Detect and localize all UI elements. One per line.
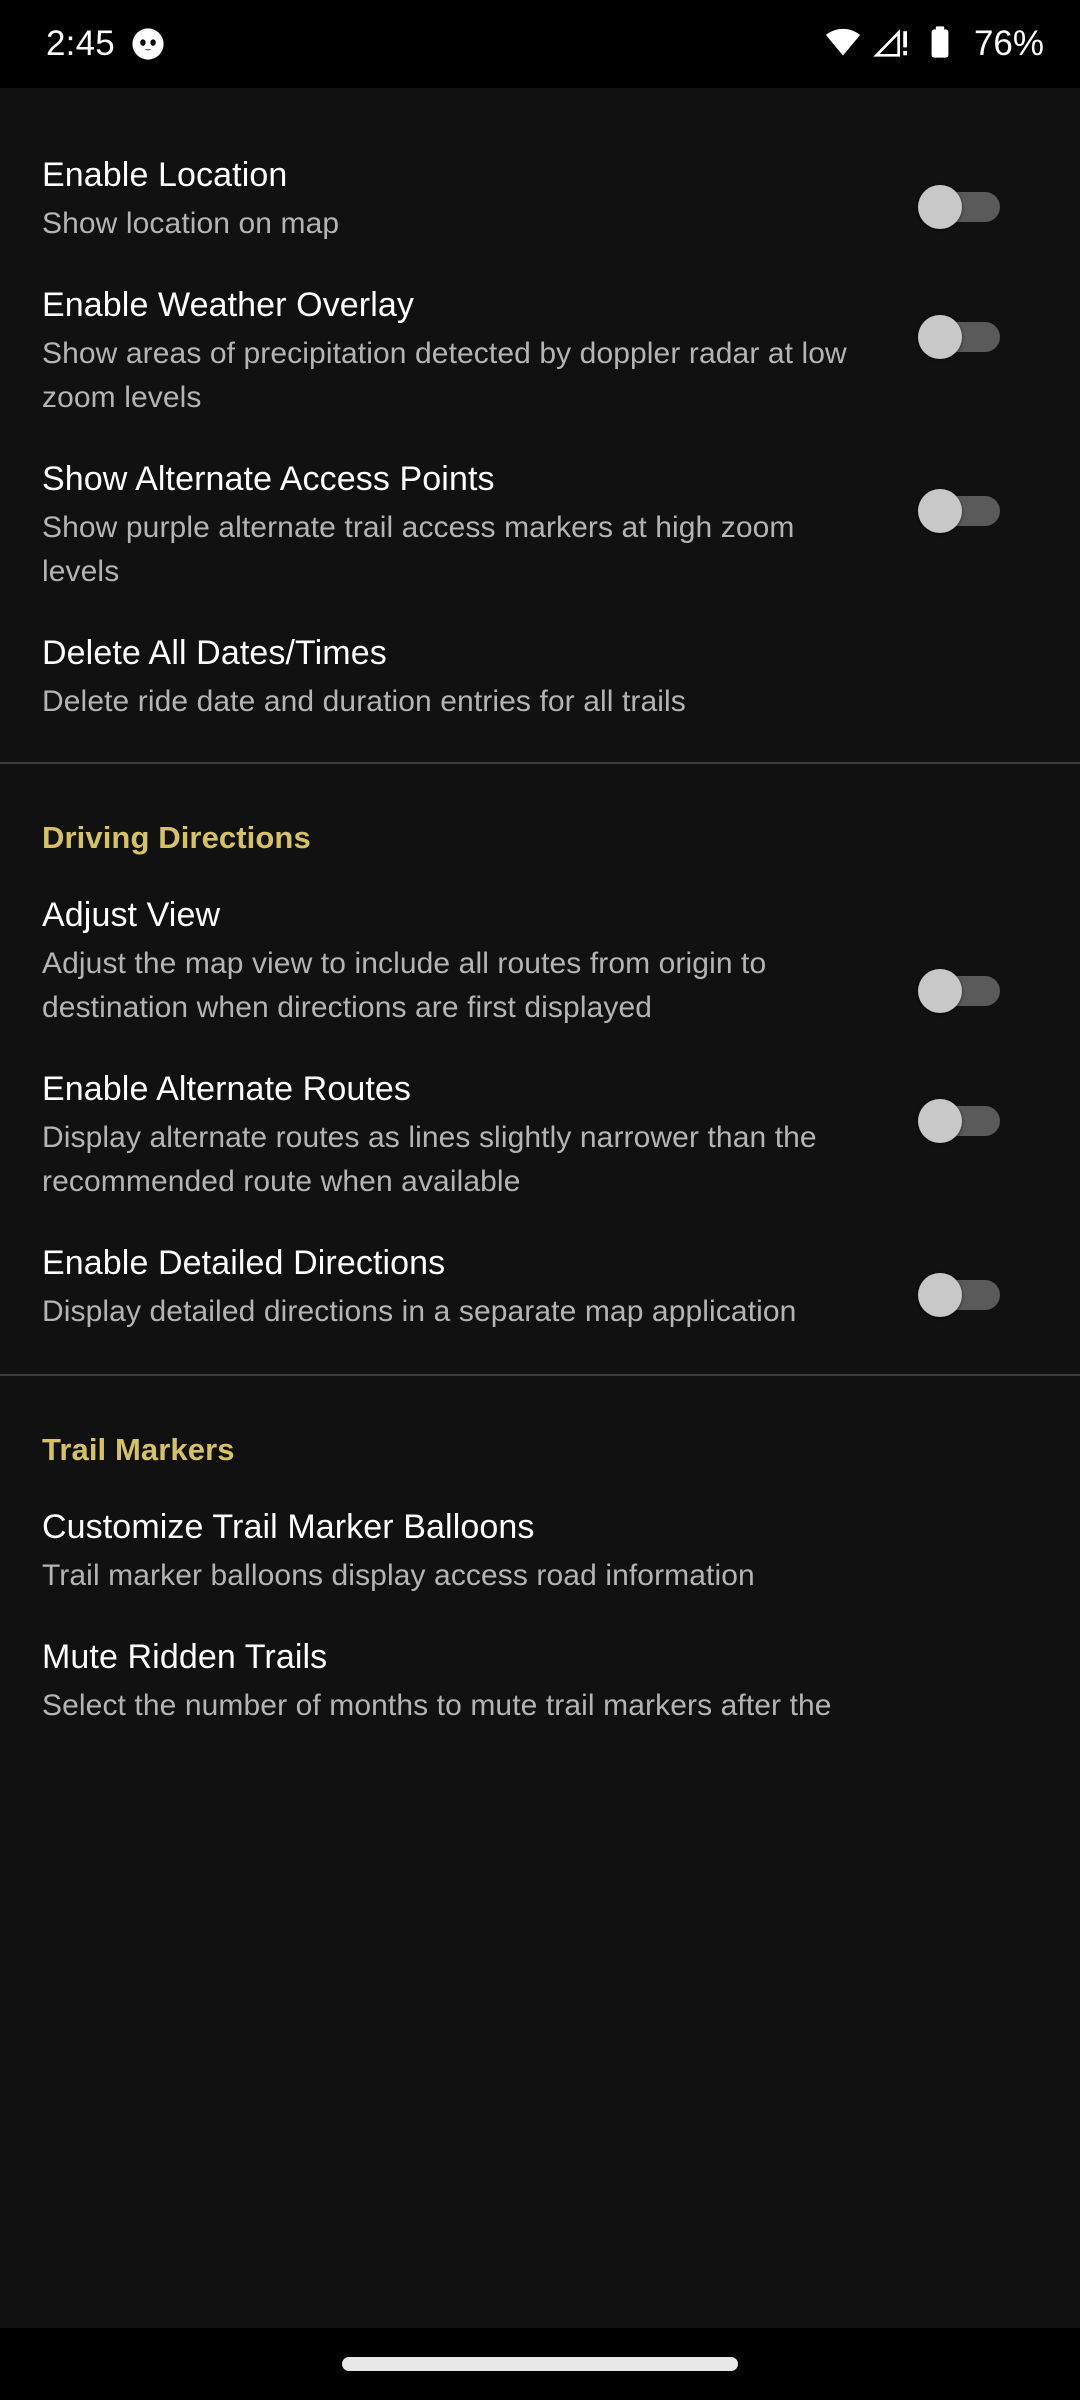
switch-thumb [918,489,962,533]
setting-title: Show Alternate Access Points [42,460,495,498]
toggle-switch-off[interactable] [918,489,1000,533]
setting-summary: Display detailed directions in a separat… [42,1295,797,1328]
setting-summary: Show purple alternate trail access marke… [42,511,795,588]
switch-thumb [918,1273,962,1317]
setting-title: Enable Detailed Directions [42,1244,446,1282]
setting-row-delete-all-dates-times[interactable]: Delete All Dates/Times Delete ride date … [0,594,1080,724]
cat-app-notification-icon [131,27,165,61]
setting-row-enable-alternate-routes[interactable]: Enable Alternate Routes Display alternat… [0,1030,1080,1204]
setting-text-block: Enable Alternate Routes Display alternat… [42,1068,918,1204]
phone-screen: 2:45 76% Enable Location Show location o… [0,0,1080,2400]
settings-section-general: Enable Location Show location on map Ena… [0,116,1080,762]
section-header-trail-markers: Trail Markers [42,1432,235,1467]
setting-text-block: Mute Ridden Trails Select the number of … [42,1636,1038,1728]
setting-summary: Show location on map [42,207,340,240]
setting-switch-enable-location[interactable] [918,154,1038,229]
setting-row-adjust-view[interactable]: Adjust View Adjust the map view to inclu… [0,856,1080,1030]
setting-row-enable-detailed-directions[interactable]: Enable Detailed Directions Display detai… [0,1204,1080,1334]
cellular-signal-warning-icon [873,23,911,66]
setting-text-block: Enable Weather Overlay Show areas of pre… [42,284,918,420]
switch-thumb [918,1099,962,1143]
setting-summary: Show areas of precipitation detected by … [42,337,847,414]
section-bottom-spacer [0,724,1080,762]
setting-switch-enable-weather-overlay[interactable] [918,284,1038,359]
setting-title: Adjust View [42,896,221,934]
setting-summary: Adjust the map view to include all route… [42,947,767,1024]
toggle-switch-off[interactable] [918,185,1000,229]
setting-summary: Display alternate routes as lines slight… [42,1121,817,1198]
status-bar: 2:45 76% [0,0,1080,88]
setting-row-mute-ridden-trails[interactable]: Mute Ridden Trails Select the number of … [0,1598,1080,1728]
battery-icon [922,23,958,66]
status-bar-right: 76% [824,23,1044,66]
setting-text-block: Enable Detailed Directions Display detai… [42,1242,918,1334]
system-navigation-bar [0,2328,1080,2400]
setting-row-enable-weather-overlay[interactable]: Enable Weather Overlay Show areas of pre… [0,246,1080,420]
setting-row-customize-trail-marker-balloons[interactable]: Customize Trail Marker Balloons Trail ma… [0,1468,1080,1598]
setting-text-block: Customize Trail Marker Balloons Trail ma… [42,1506,1038,1598]
setting-switch-enable-detailed-directions[interactable] [918,1242,1038,1317]
setting-switch-show-alternate-access-points[interactable] [918,458,1038,533]
setting-summary: Select the number of months to mute trai… [42,1689,832,1722]
toggle-switch-off[interactable] [918,315,1000,359]
status-bar-left: 2:45 [46,24,165,64]
switch-thumb [918,315,962,359]
list-top-spacer [0,88,1080,116]
toggle-switch-off[interactable] [918,969,1000,1013]
setting-title: Enable Location [42,156,288,194]
settings-section-driving-directions: Driving Directions Adjust View Adjust th… [0,764,1080,1374]
setting-row-show-alternate-access-points[interactable]: Show Alternate Access Points Show purple… [0,420,1080,594]
settings-scroll-container[interactable]: Enable Location Show location on map Ena… [0,88,1080,2328]
setting-switch-enable-alternate-routes[interactable] [918,1068,1038,1143]
home-gesture-pill[interactable] [342,2357,738,2371]
setting-switch-adjust-view[interactable] [918,894,1038,1013]
section-header-driving-directions: Driving Directions [42,820,311,855]
section-bottom-spacer [0,1334,1080,1374]
switch-thumb [918,969,962,1013]
setting-text-block: Adjust View Adjust the map view to inclu… [42,894,918,1030]
setting-title: Enable Alternate Routes [42,1070,411,1108]
setting-text-block: Delete All Dates/Times Delete ride date … [42,632,1038,724]
toggle-switch-off[interactable] [918,1273,1000,1317]
setting-title: Delete All Dates/Times [42,634,387,672]
setting-text-block: Show Alternate Access Points Show purple… [42,458,918,594]
battery-percent-label: 76% [973,24,1044,63]
status-bar-clock: 2:45 [46,24,115,63]
setting-title: Enable Weather Overlay [42,286,414,324]
setting-row-enable-location[interactable]: Enable Location Show location on map [0,116,1080,246]
wifi-icon [824,23,862,66]
settings-section-trail-markers: Trail Markers Customize Trail Marker Bal… [0,1376,1080,1728]
switch-thumb [918,185,962,229]
setting-summary: Delete ride date and duration entries fo… [42,685,686,718]
setting-summary: Trail marker balloons display access roa… [42,1559,755,1592]
setting-title: Customize Trail Marker Balloons [42,1508,535,1546]
toggle-switch-off[interactable] [918,1099,1000,1143]
setting-text-block: Enable Location Show location on map [42,154,918,246]
setting-title: Mute Ridden Trails [42,1638,328,1676]
